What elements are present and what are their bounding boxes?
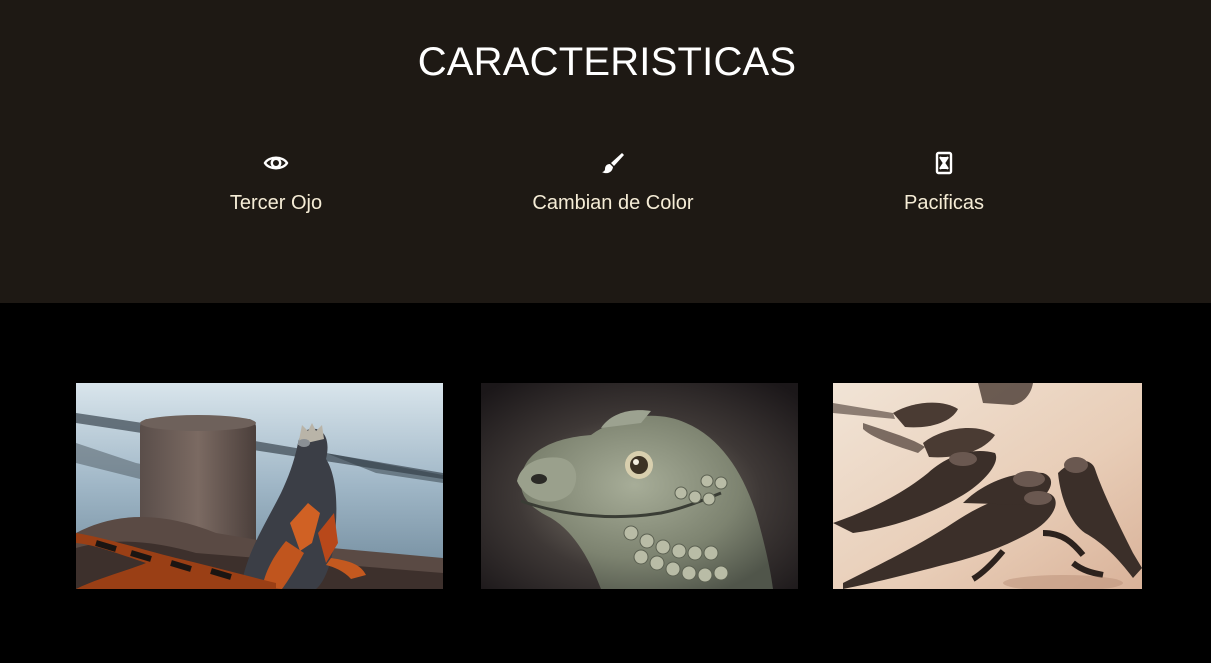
feature-label: Pacificas	[903, 192, 985, 214]
iguana-photo-closeup	[481, 383, 798, 589]
feature-pacificas: Pacificas	[814, 148, 1074, 215]
feature-label: Tercer Ojo	[229, 192, 323, 214]
feature-label: Cambian de Color	[532, 192, 694, 214]
iguana-photo-rocks	[76, 383, 443, 589]
feature-tercer-ojo: Tercer Ojo	[146, 148, 406, 215]
gallery-section	[0, 303, 1211, 663]
feature-cambian-de-color: Cambian de Color	[483, 148, 743, 215]
paint-brush-icon	[600, 148, 626, 178]
features-section: CARACTERISTICAS Tercer Ojo Cambian de Co…	[0, 0, 1211, 303]
section-title: CARACTERISTICAS	[417, 40, 797, 84]
hourglass-icon	[931, 148, 957, 178]
iguana-photo-group	[833, 383, 1142, 589]
eye-icon	[263, 148, 289, 178]
